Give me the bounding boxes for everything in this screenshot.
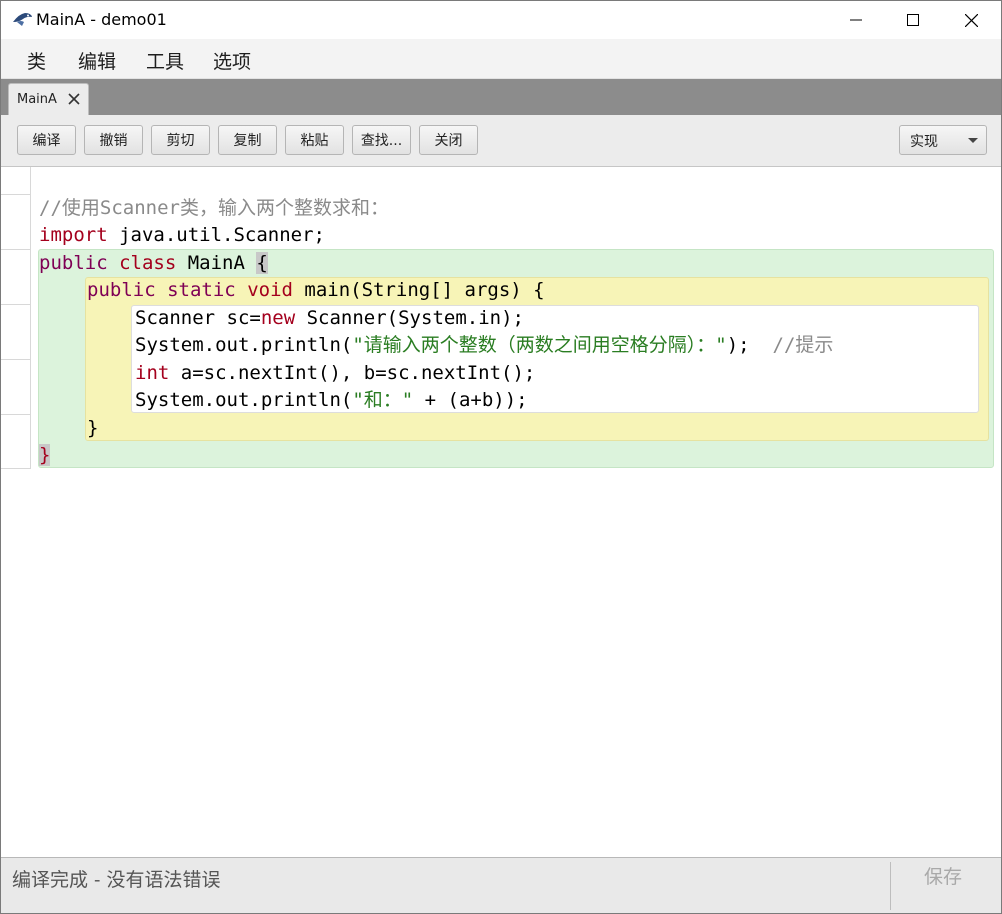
menu-edit[interactable]: 编辑 (78, 47, 116, 74)
line-gutter (1, 167, 31, 469)
tab-strip: MainA (1, 79, 1001, 115)
menu-options[interactable]: 选项 (213, 47, 251, 74)
paste-button[interactable]: 粘贴 (285, 125, 344, 155)
minimize-button[interactable] (827, 1, 885, 39)
code-line-scanner: Scanner sc=new Scanner(System.in); (135, 305, 524, 332)
method-signature: main(String[] args) { (292, 279, 545, 301)
close-button[interactable]: 关闭 (419, 125, 478, 155)
code-line-comment: //使用Scanner类，输入两个整数求和： (39, 195, 389, 222)
code-line-method-close: } (87, 415, 98, 442)
tab-label: MainA (17, 92, 57, 107)
code-text: System.out.println( (135, 334, 353, 356)
find-button[interactable]: 查找... (352, 125, 411, 155)
import-path: java.util.Scanner; (107, 224, 325, 246)
close-window-button[interactable] (942, 1, 1000, 39)
code-text: ); (726, 334, 773, 356)
cut-button[interactable]: 剪切 (151, 125, 210, 155)
app-window: MainA - demo01 类 编辑 工具 选项 MainA 编译 撤销 剪切… (0, 0, 1002, 914)
code-text: Scanner sc= (135, 307, 261, 329)
save-button[interactable]: 保存 (901, 862, 985, 892)
maximize-icon (907, 14, 919, 26)
code-line-print-sum: System.out.println("和：" + (a+b)); (135, 387, 528, 414)
code-line-class: public class MainA { (39, 250, 268, 277)
comment-text: //使用Scanner类，输入两个整数求和： (39, 197, 389, 219)
code-line-method: public static void main(String[] args) { (87, 277, 545, 304)
string-literal: "请输入两个整数（两数之间用空格分隔）：" (352, 334, 727, 356)
code-line-prompt: System.out.println("请输入两个整数（两数之间用空格分隔）："… (135, 332, 833, 359)
code-text: a=sc.nextInt(), b=sc.nextInt(); (169, 362, 536, 384)
status-bar: 编译完成 - 没有语法错误 保存 (1, 857, 1001, 913)
gutter-divider (1, 468, 31, 469)
string-literal: "和：" (352, 389, 414, 411)
chevron-down-icon (968, 138, 978, 143)
copy-button[interactable]: 复制 (218, 125, 277, 155)
menu-tools[interactable]: 工具 (146, 47, 184, 74)
maximize-button[interactable] (884, 1, 942, 39)
close-icon (964, 13, 978, 27)
toolbar: 编译 撤销 剪切 复制 粘贴 查找... 关闭 实现 (1, 115, 1001, 167)
keyword-import: import (39, 224, 108, 246)
code-line-class-close: } (39, 442, 51, 469)
view-select[interactable]: 实现 (899, 125, 987, 155)
code-editor[interactable]: //使用Scanner类，输入两个整数求和： import java.util.… (1, 167, 1001, 857)
status-message: 编译完成 - 没有语法错误 (12, 869, 221, 891)
code-text: + (a+b)); (413, 389, 528, 411)
bird-app-icon (11, 10, 33, 28)
minimize-icon (850, 19, 862, 21)
code-text: System.out.println( (135, 389, 353, 411)
gutter-divider (1, 359, 31, 360)
window-title: MainA - demo01 (36, 10, 167, 29)
close-brace: } (87, 417, 99, 439)
view-select-value: 实现 (910, 134, 938, 150)
undo-button[interactable]: 撤销 (84, 125, 143, 155)
keyword-public: public (39, 252, 108, 274)
menu-bar: 类 编辑 工具 选项 (1, 39, 1001, 79)
open-brace: { (256, 252, 268, 274)
keyword-class: class (119, 252, 177, 274)
gutter-divider (1, 249, 31, 250)
tab-maina[interactable]: MainA (8, 83, 89, 115)
code-text: Scanner(System.in); (295, 307, 524, 329)
close-brace: } (39, 444, 51, 466)
compile-button[interactable]: 编译 (17, 125, 76, 155)
keyword-new: new (260, 307, 296, 329)
inline-comment: //提示 (772, 334, 834, 356)
keyword-static: static (167, 279, 236, 301)
keyword-public: public (87, 279, 156, 301)
code-line-read: int a=sc.nextInt(), b=sc.nextInt(); (135, 360, 535, 387)
gutter-divider (1, 304, 31, 305)
status-divider (890, 862, 891, 910)
keyword-void: void (247, 279, 293, 301)
gutter-divider (1, 414, 31, 415)
class-name: MainA (176, 252, 257, 274)
keyword-int: int (135, 362, 170, 384)
gutter-divider (1, 194, 31, 195)
menu-class[interactable]: 类 (27, 47, 46, 74)
tab-close-icon[interactable] (67, 91, 81, 105)
title-bar: MainA - demo01 (1, 1, 1001, 39)
code-line-import: import java.util.Scanner; (39, 222, 325, 249)
